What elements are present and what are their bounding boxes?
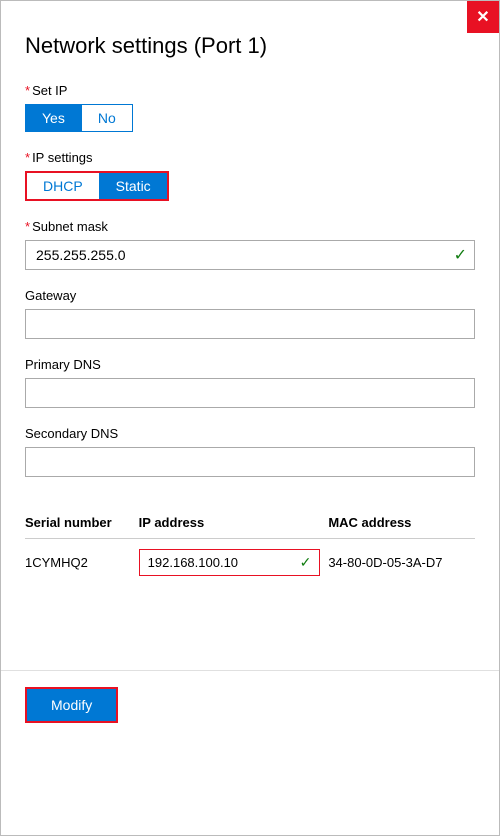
primary-dns-input[interactable] [25,378,475,408]
device-info-table: Serial number IP address MAC address 1CY… [25,509,475,586]
secondary-dns-label: Secondary DNS [25,426,475,441]
ip-address-value: 192.168.100.10 [148,555,294,570]
table-row: 1CYMHQ2 192.168.100.10 ✓ 34-80-0D-05-3A-… [25,539,475,587]
gateway-group: Gateway [25,288,475,339]
serial-number-cell: 1CYMHQ2 [25,539,139,587]
static-button[interactable]: Static [100,173,167,199]
set-ip-group: *Set IP Yes No [25,83,475,132]
modify-button[interactable]: Modify [25,687,118,723]
ip-settings-toggle-group: DHCP Static [25,171,169,201]
dialog-footer: Modify [1,670,499,743]
network-settings-dialog: ✕ Network settings (Port 1) *Set IP Yes … [0,0,500,836]
gateway-input[interactable] [25,309,475,339]
dialog-title: Network settings (Port 1) [25,33,475,59]
gateway-label: Gateway [25,288,475,303]
ip-address-field: 192.168.100.10 ✓ [139,549,321,576]
primary-dns-label: Primary DNS [25,357,475,372]
col-mac-header: MAC address [328,509,475,539]
primary-dns-group: Primary DNS [25,357,475,408]
device-info-table-section: Serial number IP address MAC address 1CY… [25,509,475,586]
subnet-mask-input-wrapper: ✓ [25,240,475,270]
set-ip-yes-button[interactable]: Yes [25,104,81,132]
ip-check-icon: ✓ [300,554,312,571]
set-ip-label: *Set IP [25,83,475,98]
ip-address-cell: 192.168.100.10 ✓ [139,539,329,587]
col-ip-header: IP address [139,509,329,539]
mac-address-cell: 34-80-0D-05-3A-D7 [328,539,475,587]
secondary-dns-input[interactable] [25,447,475,477]
col-serial-header: Serial number [25,509,139,539]
close-icon: ✕ [476,7,489,27]
required-star-ip: * [25,150,30,165]
set-ip-toggle-group: Yes No [25,104,475,132]
subnet-mask-group: *Subnet mask ✓ [25,219,475,270]
required-star-subnet: * [25,219,30,234]
subnet-mask-label: *Subnet mask [25,219,475,234]
secondary-dns-group: Secondary DNS [25,426,475,477]
ip-settings-group: *IP settings DHCP Static [25,150,475,201]
ip-settings-label: *IP settings [25,150,475,165]
required-star: * [25,83,30,98]
set-ip-no-button[interactable]: No [81,104,133,132]
close-button[interactable]: ✕ [467,1,499,33]
subnet-mask-input[interactable] [25,240,475,270]
dhcp-button[interactable]: DHCP [27,173,100,199]
